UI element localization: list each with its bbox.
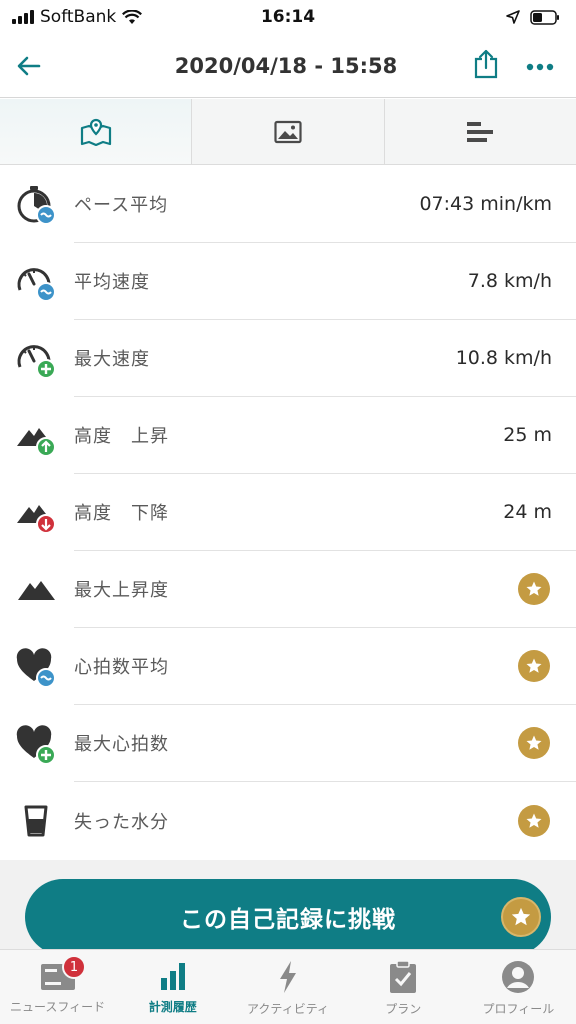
share-button[interactable] (474, 49, 498, 83)
star-badge-icon[interactable] (518, 804, 550, 837)
pace-average-icon (17, 185, 56, 225)
arrow-left-icon (17, 56, 41, 75)
tabbar-label: 計測履歴 (148, 1000, 197, 1014)
tabbar-item-plan[interactable]: プラン (346, 950, 461, 1024)
bar-chart-icon (467, 121, 494, 142)
altitude-down-icon (17, 504, 56, 534)
clipboard-icon (390, 960, 417, 993)
speed-average-icon (17, 267, 56, 302)
profile-icon (502, 961, 535, 993)
stat-row-heart-average: 心拍数平均 (0, 628, 576, 705)
tabbar-item-history[interactable]: 計測履歴 (115, 950, 230, 1024)
stat-row-max-climb: 最大上昇度 (0, 551, 576, 628)
star-icon (501, 897, 541, 937)
stat-row-speed-max: 最大速度 10.8 km/h (0, 320, 576, 397)
tabbar-label: プロフィール (482, 1002, 555, 1016)
altitude-up-icon (17, 427, 56, 457)
more-icon (526, 63, 554, 71)
battery-icon (530, 9, 559, 25)
stat-label: ペース平均 (74, 195, 169, 216)
tabbar-item-activity[interactable]: アクティビティ (230, 950, 345, 1024)
status-bar: SoftBank 16:14 (0, 0, 576, 34)
tabbar-label: プラン (385, 1002, 422, 1016)
challenge-record-label: この自己記録に挑戦 (180, 907, 396, 933)
star-badge-icon[interactable] (518, 727, 550, 759)
notification-badge: 1 (62, 955, 86, 979)
view-tabs (0, 99, 576, 165)
stat-value: 24 m (503, 501, 552, 523)
stat-value: 10.8 km/h (455, 347, 552, 369)
tabbar-item-profile[interactable]: プロフィール (461, 950, 576, 1024)
image-icon (274, 120, 302, 143)
stat-row-altitude-up: 高度 上昇 25 m (0, 397, 576, 474)
wifi-icon (122, 9, 143, 24)
stat-row-pace-average: ペース平均 07:43 min/km (0, 166, 576, 243)
stat-value: 07:43 min/km (419, 193, 552, 215)
stat-label: 最大上昇度 (74, 580, 169, 601)
tab-map[interactable] (0, 99, 193, 164)
tabbar-label: ニュースフィード (10, 1000, 106, 1014)
stat-value: 7.8 km/h (467, 270, 552, 292)
stat-label: 最大速度 (74, 349, 150, 370)
stat-value: 25 m (503, 424, 552, 446)
stat-label: 最大心拍数 (74, 734, 169, 755)
map-icon (80, 118, 111, 146)
location-arrow-icon (506, 10, 520, 24)
stat-label: 平均速度 (74, 272, 150, 293)
tab-photos[interactable] (192, 99, 385, 164)
tab-stats[interactable] (385, 99, 576, 164)
speed-max-icon (17, 344, 56, 379)
back-button[interactable] (0, 34, 58, 98)
stat-row-altitude-down: 高度 下降 24 m (0, 474, 576, 551)
tabbar-item-newsfeed[interactable]: 1 ニュースフィード (0, 950, 115, 1024)
carrier-label: SoftBank (40, 7, 117, 27)
history-chart-icon (160, 963, 185, 990)
heart-max-icon (16, 724, 56, 765)
stat-label: 心拍数平均 (74, 657, 169, 678)
share-icon (474, 49, 498, 78)
bottom-tab-bar: 1 ニュースフィード 計測履歴 アクティビティ プラン プロフィール (0, 949, 576, 1024)
signal-icon (12, 10, 34, 24)
stat-label: 失った水分 (74, 811, 169, 833)
stats-list: ペース平均 07:43 min/km 平均速度 7.8 km/h 最大速度 10… (0, 166, 576, 859)
page-title: 2020/04/18 - 15:58 (174, 53, 398, 78)
mountain-icon (18, 580, 55, 600)
tabbar-label: アクティビティ (247, 1002, 329, 1016)
header: 2020/04/18 - 15:58 (0, 34, 576, 98)
stat-label: 高度 下降 (74, 503, 169, 524)
more-button[interactable] (526, 56, 554, 75)
star-badge-icon[interactable] (518, 650, 550, 682)
stat-label: 高度 上昇 (74, 426, 169, 447)
glass-icon (24, 805, 48, 836)
stat-row-heart-max: 最大心拍数 (0, 705, 576, 782)
star-badge-icon[interactable] (518, 573, 550, 605)
lightning-icon (280, 961, 296, 993)
stat-row-water-lost: 失った水分 (0, 782, 576, 859)
stat-row-speed-average: 平均速度 7.8 km/h (0, 243, 576, 320)
heart-average-icon (16, 647, 56, 688)
challenge-record-button[interactable]: この自己記録に挑戦 (25, 879, 551, 955)
